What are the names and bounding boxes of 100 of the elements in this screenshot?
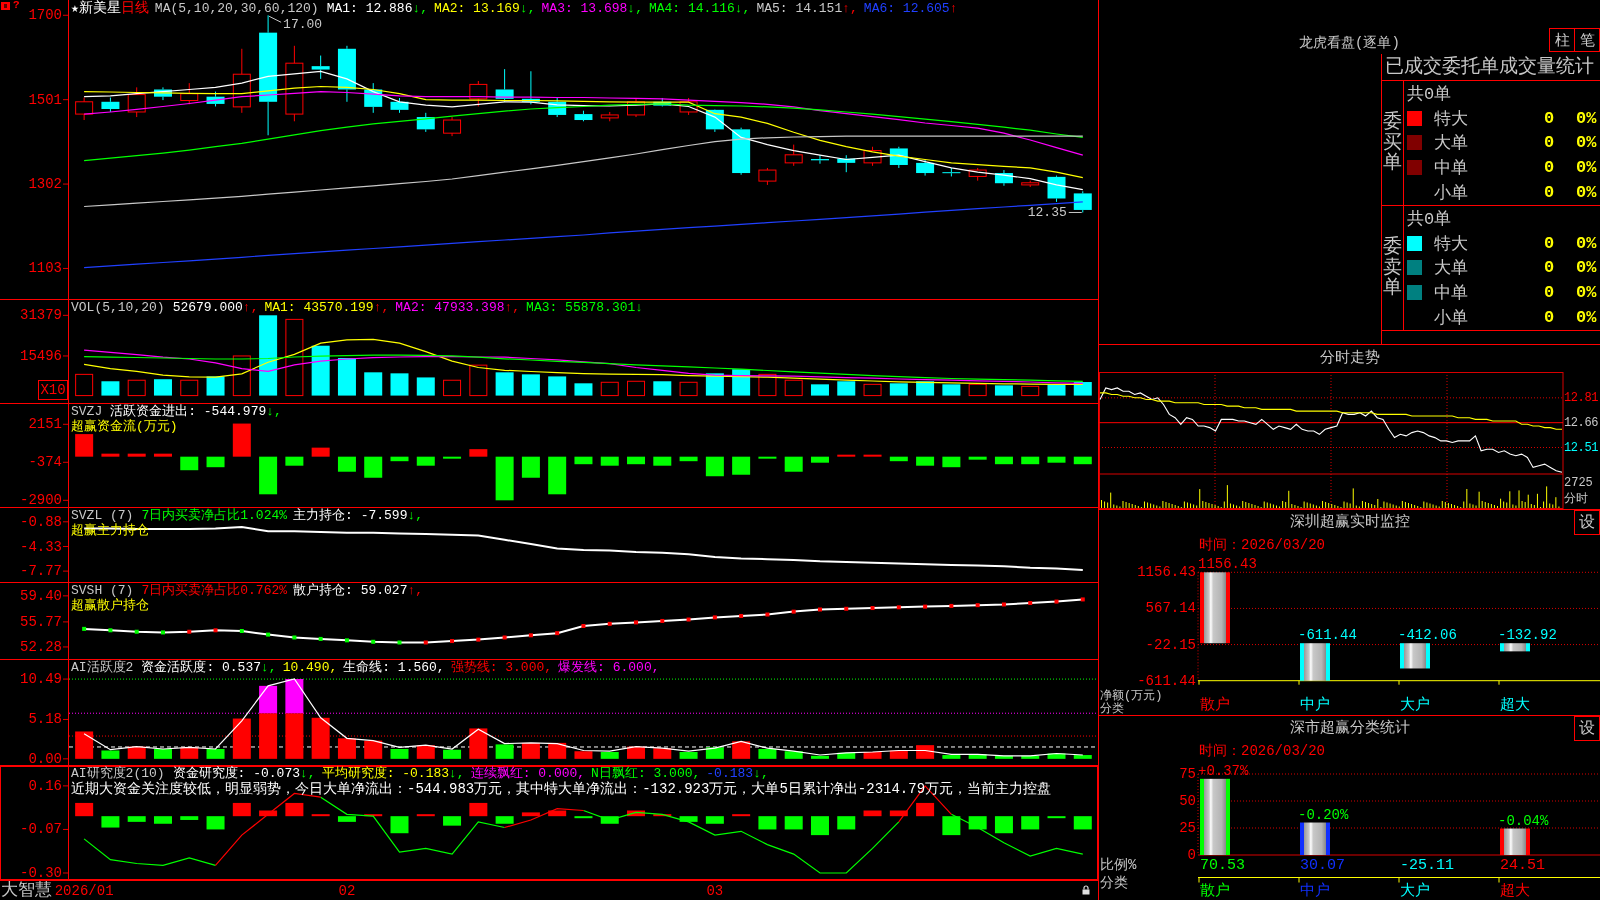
order-type-label: 大单 — [1433, 133, 1468, 155]
table-heading: 已成交委托单成交量统计 — [1382, 54, 1600, 81]
trend-arrow: ↑, — [842, 2, 858, 16]
bar-value-label: 1156.43 — [1198, 556, 1257, 573]
legend-reading: 7日内买卖净占比0.762% — [141, 584, 288, 598]
brand-label: 大智慧 — [1, 881, 52, 900]
axis-tick-label: 55.77 — [20, 613, 62, 630]
mode-label: 分时 — [1564, 492, 1588, 506]
axis-tick-label: -0.07 — [20, 821, 62, 838]
change-label: -0.20% — [1298, 806, 1349, 823]
order-share: 0% — [1575, 108, 1597, 128]
axis-title: 分类 — [1100, 875, 1128, 891]
axis-tick-label: -22.15 — [1145, 636, 1196, 653]
date-label: 02 — [338, 882, 356, 899]
axis-tick-label: 52.28 — [20, 638, 62, 655]
trend-arrow: ↑, — [242, 301, 259, 315]
order-type-label: 中单 — [1433, 283, 1468, 305]
legend-reading: 资金研究度: -0.073 — [172, 767, 301, 781]
legend-reading: MA2: 13.169 — [434, 2, 520, 16]
legend-reading: MA3: 13.698 — [541, 2, 628, 16]
legend-title: AI研究度2(10) — [71, 767, 165, 781]
bar-value-label: -412.06 — [1398, 627, 1457, 644]
bar-value-label: 30.07 — [1300, 856, 1345, 874]
legend-reading: MA2: 47933.398 — [395, 301, 505, 315]
legend-reading: 主力持仓: -7.599 — [293, 509, 408, 523]
order-share: 0% — [1575, 258, 1597, 278]
trend-arrow: ↓ — [635, 301, 644, 315]
legend-reading: MA6: 12.605 — [863, 2, 950, 16]
axis-tick-label: 31379 — [20, 307, 62, 324]
axis-tick-label: -2900 — [20, 492, 62, 507]
order-type-label: 大单 — [1433, 258, 1468, 280]
legend-reading: MA3: 55878.301 — [526, 301, 636, 315]
trend-arrow: ↑, — [504, 301, 521, 315]
legend-title: SVSH (7) — [71, 584, 134, 598]
date-label: 时间：2026/03/20 — [1198, 536, 1325, 554]
axis-tick-label: -4.33 — [20, 538, 62, 555]
order-type-label: 中单 — [1433, 158, 1468, 180]
order-share: 0% — [1575, 233, 1597, 253]
axis-tick-label: 0.16 — [28, 777, 62, 794]
legend-reading: 强势线: 3.000, — [450, 661, 553, 675]
date-label: 时间：2026/03/20 — [1198, 742, 1325, 760]
category-label: 大户 — [1400, 696, 1430, 714]
axis-title: 分类 — [1100, 701, 1124, 715]
volume-max-label: 2725 — [1564, 476, 1593, 490]
legend-subtitle: 超赢资金流(万元) — [71, 419, 178, 434]
order-type-label: 小单 — [1433, 183, 1468, 205]
axis-tick-label: 75 — [1179, 766, 1196, 782]
axis-tick-label: 12.66 — [1564, 415, 1598, 430]
axis-tick-label: 59.40 — [20, 587, 62, 604]
axis-tick-label: 25 — [1179, 820, 1196, 836]
bar-value-label: -611.44 — [1298, 627, 1357, 644]
period-label: 日线 — [120, 1, 149, 15]
change-label: -0.04% — [1498, 812, 1549, 829]
legend-reading: MA1: 12.886 — [326, 2, 413, 16]
order-count: 0 — [1543, 133, 1555, 153]
axis-tick-label: -0.88 — [20, 513, 62, 530]
legend-subtitle: 超赢散户持仓 — [71, 598, 149, 613]
axis-tick-label: 1103 — [28, 260, 62, 277]
legend-reading: 7日内买卖净占比1.024% — [141, 509, 288, 523]
order-count: 0 — [1543, 258, 1555, 278]
legend-reading: 生命线: 1.560, — [343, 661, 445, 675]
axis-tick-label: 12.81 — [1564, 390, 1598, 405]
legend-reading: MA4: 14.116 — [648, 2, 735, 16]
legend-title: VOL(5,10,20) — [71, 301, 165, 315]
order-count: 0 — [1543, 108, 1555, 128]
trend-arrow: ↓, — [300, 767, 316, 781]
axis-title: 比例% — [1100, 857, 1137, 873]
trend-arrow: ↓, — [449, 767, 465, 781]
legend-reading: MA1: 43570.199 — [264, 301, 374, 315]
legend-reading: 连续飘红: 0.000, — [470, 767, 586, 781]
legend-title: SVZL (7) — [71, 509, 134, 523]
order-type-label: 特大 — [1433, 233, 1468, 255]
axis-title: 净额(万元) — [1100, 688, 1163, 703]
legend-reading: 10.490, — [282, 661, 338, 675]
trend-arrow: ↓, — [261, 661, 277, 675]
bar-value-label: 70.53 — [1200, 856, 1245, 874]
category-label: 中户 — [1300, 696, 1330, 714]
order-count: 0 — [1543, 283, 1555, 303]
category-label: 超大 — [1500, 696, 1530, 714]
category-label: 超大 — [1500, 883, 1530, 900]
trend-arrow: ↓, — [519, 2, 536, 16]
axis-tick-label: 0 — [1187, 847, 1196, 863]
legend-reading: 散户持仓: 59.027 — [293, 584, 408, 598]
legend-reading: 活跃资金进出: -544.979 — [110, 405, 267, 419]
star-icon: ★ — [71, 2, 79, 16]
axis-tick-label: -611.44 — [1137, 672, 1196, 689]
price-high-label: 17.00 — [283, 16, 323, 32]
category-label: 散户 — [1200, 696, 1230, 714]
change-label: +0.37% — [1198, 762, 1249, 779]
legend-reading: -0.183 — [706, 767, 754, 781]
legend-reading: 52679.000 — [172, 301, 243, 315]
order-side-label: 委卖单 — [1383, 236, 1402, 300]
order-count: 0 — [1543, 308, 1555, 328]
axis-tick-label: 1700 — [28, 7, 62, 24]
axis-tick-label: 567.14 — [1145, 600, 1196, 617]
axis-tick-label: 50 — [1179, 793, 1196, 809]
stock-name: 新美星 — [78, 1, 121, 15]
order-type-label: 特大 — [1433, 108, 1468, 130]
legend-title: SVZJ — [71, 405, 103, 419]
bar-value-label: -25.11 — [1400, 856, 1454, 874]
